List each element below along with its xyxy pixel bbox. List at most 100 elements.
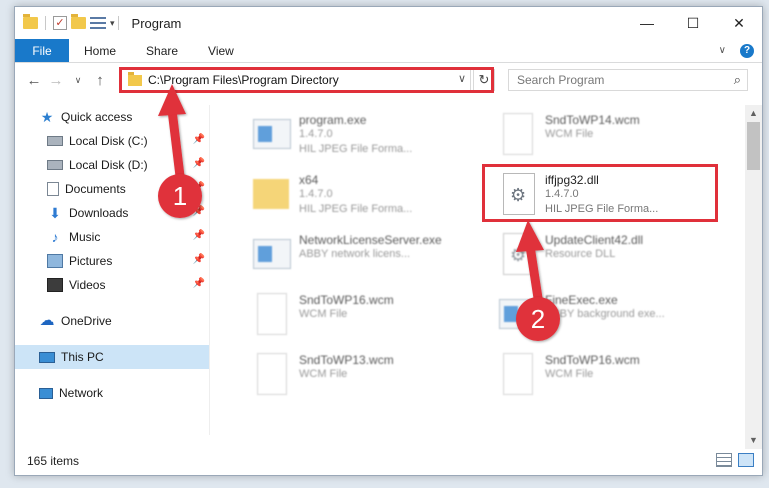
file-item[interactable]: SndToWP14.wcm WCM File xyxy=(495,111,735,167)
sidebar-item-network[interactable]: Network xyxy=(15,381,209,405)
large-icons-view-icon[interactable] xyxy=(738,453,754,467)
file-item[interactable]: NetworkLicenseServer.exe ABBY network lic… xyxy=(249,231,489,287)
file-detail: WCM File xyxy=(545,368,594,380)
pictures-icon xyxy=(47,254,63,268)
navigation-bar: ← → ∨ ↑ C:\Program Files\Program Directo… xyxy=(15,63,762,97)
tab-view[interactable]: View xyxy=(193,39,249,62)
tab-home[interactable]: Home xyxy=(69,39,131,62)
sidebar-item-onedrive[interactable]: ☁ OneDrive xyxy=(15,309,209,333)
properties-check-icon[interactable]: ✓ xyxy=(53,16,67,30)
sidebar-item-downloads[interactable]: ⬇ Downloads 📌 xyxy=(15,201,209,225)
disk-icon xyxy=(47,160,63,170)
downloads-icon: ⬇ xyxy=(49,205,61,221)
computer-icon xyxy=(39,351,55,363)
music-icon: ♪ xyxy=(51,229,59,245)
help-icon[interactable]: ? xyxy=(740,43,754,58)
document-icon xyxy=(249,351,291,401)
exe-icon xyxy=(495,291,537,341)
back-button[interactable]: ← xyxy=(23,72,45,89)
sidebar-item-videos[interactable]: Videos 📌 xyxy=(15,273,209,297)
pin-icon[interactable]: 📌 xyxy=(193,158,205,169)
file-item[interactable]: SndToWP16.wcm WCM File xyxy=(249,291,489,347)
disk-icon xyxy=(47,136,63,146)
up-button[interactable]: ↑ xyxy=(89,72,111,89)
recent-locations-button[interactable]: ∨ xyxy=(67,75,89,86)
file-detail: Resource DLL xyxy=(545,248,616,260)
forward-button[interactable]: → xyxy=(45,72,67,89)
sidebar-item-label: Documents xyxy=(65,182,126,196)
scroll-up-icon[interactable]: ▲ xyxy=(745,105,762,122)
dll-file-icon: ⚙ xyxy=(495,231,537,281)
pin-icon[interactable]: 📌 xyxy=(193,278,205,289)
exe-icon xyxy=(249,231,291,281)
file-name: program.exe xyxy=(299,113,367,127)
file-name: UpdateClient42.dll xyxy=(545,233,644,247)
pin-icon[interactable]: 📌 xyxy=(193,206,205,217)
file-detail: ABBY network licens... xyxy=(299,248,411,260)
quick-access-toolbar: ✓ ▾ xyxy=(15,14,115,30)
file-detail: WCM File xyxy=(545,128,594,140)
exe-icon xyxy=(249,111,291,161)
maximize-button[interactable]: ☐ xyxy=(670,7,716,39)
close-button[interactable]: ✕ xyxy=(716,7,762,39)
pin-icon[interactable]: 📌 xyxy=(193,230,205,241)
vertical-scrollbar[interactable]: ▲ ▼ xyxy=(745,105,762,449)
pin-icon[interactable]: 📌 xyxy=(193,134,205,145)
customize-toolbar-icon[interactable]: ▾ xyxy=(110,18,115,29)
sidebar-item-pictures[interactable]: Pictures 📌 xyxy=(15,249,209,273)
sidebar-item-quick-access[interactable]: ★ Quick access xyxy=(15,105,209,129)
document-icon xyxy=(495,351,537,401)
sidebar-item-label: This PC xyxy=(61,350,104,364)
window-controls: — ☐ ✕ xyxy=(624,7,762,39)
properties-icon[interactable] xyxy=(90,16,106,30)
item-count: 165 items xyxy=(27,454,80,468)
new-folder-icon[interactable] xyxy=(71,14,86,29)
file-highlight-box xyxy=(482,164,718,222)
pin-icon[interactable]: 📌 xyxy=(193,254,205,265)
pin-icon[interactable]: 📌 xyxy=(193,182,205,193)
file-detail: WCM File xyxy=(299,368,348,380)
file-item[interactable]: FineExec.exe ABBY background exe... xyxy=(495,291,735,347)
sidebar-item-label: Network xyxy=(59,386,104,400)
file-detail: ABBY background exe... xyxy=(545,308,665,320)
sidebar-item-label: Quick access xyxy=(61,110,133,124)
scroll-thumb[interactable] xyxy=(747,122,760,170)
ribbon-right-controls: ∨ ? xyxy=(719,39,762,62)
document-icon xyxy=(249,291,291,341)
file-detail: 1.4.7.0 xyxy=(299,188,333,200)
folder-icon xyxy=(249,171,291,221)
file-item[interactable]: x64 1.4.7.0 HIL JPEG File Forma... xyxy=(249,171,489,227)
file-item[interactable]: SndToWP13.wcm WCM File xyxy=(249,351,489,407)
pane-divider[interactable] xyxy=(209,105,210,435)
sidebar-item-label: Music xyxy=(69,230,101,244)
tab-share[interactable]: Share xyxy=(131,39,193,62)
sidebar-item-local-disk-d[interactable]: Local Disk (D:) 📌 xyxy=(15,153,209,177)
sidebar-item-label: Local Disk (D:) xyxy=(69,158,148,172)
title-bar: ✓ ▾ Program — ☐ ✕ xyxy=(15,7,762,39)
file-detail: HIL JPEG File Forma... xyxy=(299,203,413,215)
details-view-icon[interactable] xyxy=(716,453,732,467)
search-placeholder: Search Program xyxy=(517,73,605,87)
file-item[interactable]: SndToWP16.wcm WCM File xyxy=(495,351,735,407)
search-input[interactable]: Search Program ⌕ xyxy=(508,69,748,91)
sidebar-item-documents[interactable]: Documents 📌 xyxy=(15,177,209,201)
expand-ribbon-icon[interactable]: ∨ xyxy=(719,45,726,56)
file-name: x64 xyxy=(299,173,319,187)
sidebar-item-this-pc[interactable]: This PC xyxy=(15,345,209,369)
folder-icon xyxy=(23,14,38,29)
address-highlight-box xyxy=(119,67,494,93)
status-bar: 165 items xyxy=(15,447,762,475)
tab-file[interactable]: File xyxy=(15,39,69,62)
search-icon[interactable]: ⌕ xyxy=(734,72,741,88)
sidebar-item-music[interactable]: ♪ Music 📌 xyxy=(15,225,209,249)
file-item[interactable]: ⚙ UpdateClient42.dll Resource DLL xyxy=(495,231,735,287)
file-detail: 1.4.7.0 xyxy=(299,128,333,140)
file-detail: HIL JPEG File Forma... xyxy=(299,143,413,155)
file-detail: WCM File xyxy=(299,308,348,320)
sidebar-item-local-disk-c[interactable]: Local Disk (C:) 📌 xyxy=(15,129,209,153)
minimize-button[interactable]: — xyxy=(624,7,670,39)
sidebar-item-label: Pictures xyxy=(69,254,113,268)
file-name: SndToWP13.wcm xyxy=(299,353,394,367)
file-item[interactable]: program.exe 1.4.7.0 HIL JPEG File Forma... xyxy=(249,111,489,167)
document-icon xyxy=(495,111,537,161)
